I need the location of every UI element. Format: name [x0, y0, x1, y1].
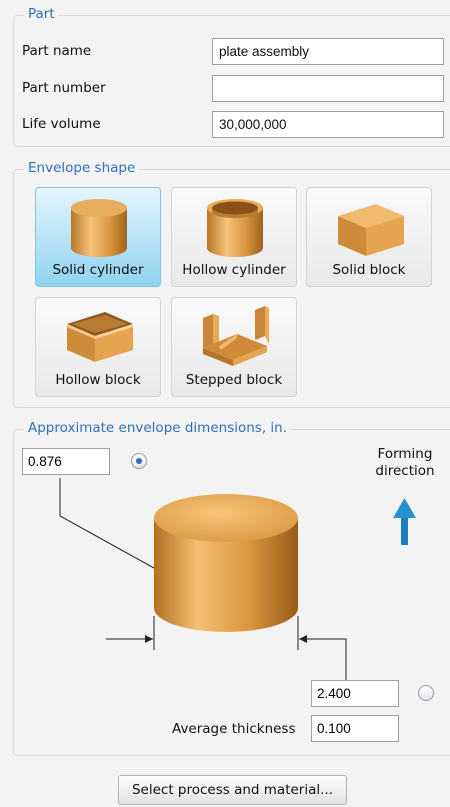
- shape-tile-solid-cylinder[interactable]: Solid cylinder: [35, 187, 161, 287]
- forming-direction-arrow-icon: [393, 498, 416, 545]
- height-input[interactable]: [22, 448, 110, 475]
- diameter-arrow-right: [299, 635, 307, 643]
- life-volume-label: Life volume: [22, 116, 101, 132]
- diameter-leader-line: [299, 638, 347, 682]
- stepped-block-label: Stepped block: [185, 372, 283, 388]
- hollow-cylinder-label: Hollow cylinder: [182, 262, 286, 278]
- hollow-cylinder-icon: [207, 199, 263, 257]
- hollow-block-label: Hollow block: [55, 372, 141, 388]
- average-thickness-input[interactable]: [311, 715, 399, 742]
- diameter-radio[interactable]: [418, 685, 434, 701]
- average-thickness-label: Average thickness: [172, 721, 296, 737]
- diameter-arrow-left: [145, 635, 153, 643]
- life-volume-input[interactable]: [212, 111, 444, 138]
- envelope-shape-title: Envelope shape: [24, 160, 140, 176]
- select-process-material-button[interactable]: Select process and material...: [118, 775, 347, 805]
- shape-tile-hollow-block[interactable]: Hollow block: [35, 297, 161, 397]
- part-number-row: Part number: [22, 75, 450, 103]
- dimensions-title: Approximate envelope dimensions, in.: [24, 420, 292, 436]
- shape-tile-stepped-block[interactable]: Stepped block: [171, 297, 297, 397]
- part-group-title: Part: [24, 6, 59, 22]
- part-name-input[interactable]: [212, 38, 444, 65]
- solid-block-label: Solid block: [332, 262, 406, 278]
- part-name-label: Part name: [22, 43, 92, 59]
- shape-tile-solid-block[interactable]: Solid block: [306, 187, 432, 287]
- stepped-block-icon: [203, 306, 269, 366]
- forming-direction-line1: Forming: [377, 446, 433, 462]
- diameter-input[interactable]: [311, 680, 399, 707]
- hollow-block-icon: [67, 312, 133, 362]
- part-number-label: Part number: [22, 80, 106, 96]
- shape-tile-hollow-cylinder[interactable]: Hollow cylinder: [171, 187, 297, 287]
- forming-direction-label: Forming direction: [360, 446, 450, 480]
- life-volume-row: Life volume: [22, 111, 450, 139]
- solid-cylinder-icon: [71, 199, 127, 257]
- cylinder-top: [154, 494, 298, 542]
- part-name-row: Part name: [22, 38, 450, 66]
- solid-cylinder-label: Solid cylinder: [52, 262, 144, 278]
- part-number-input[interactable]: [212, 75, 444, 102]
- height-leader-line: [59, 478, 155, 569]
- height-radio[interactable]: [131, 453, 147, 469]
- solid-block-icon: [338, 204, 404, 256]
